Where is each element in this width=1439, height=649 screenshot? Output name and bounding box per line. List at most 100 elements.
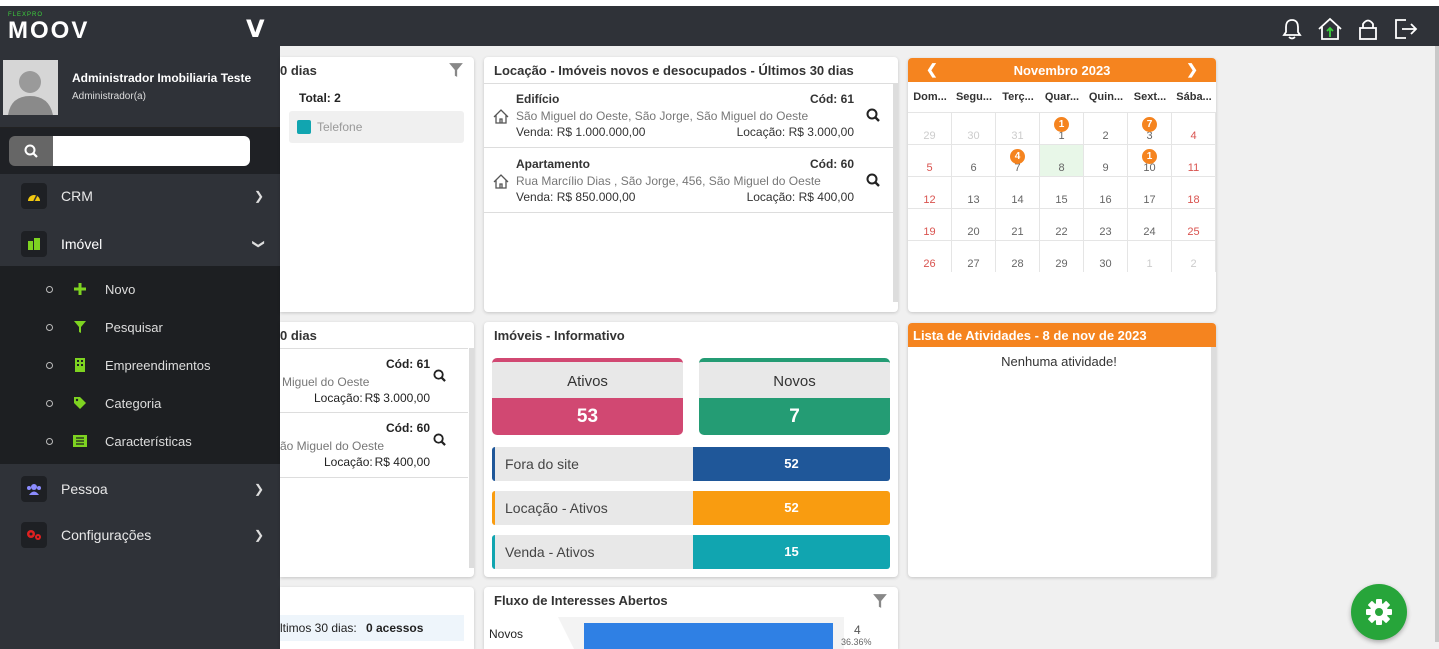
sidebar-item-configuracoes[interactable]: Configurações ❯ (0, 513, 280, 557)
calendar-day[interactable]: 23 (1084, 208, 1128, 240)
calendar-day[interactable]: 8 (1040, 144, 1084, 176)
lock-icon[interactable] (1355, 16, 1381, 42)
card-title: Fluxo de Interesses Abertos (494, 593, 668, 608)
stat-label: Novos (699, 362, 890, 398)
calendar-day[interactable]: 4 (1172, 112, 1216, 144)
calendar-day[interactable]: 13 (952, 176, 996, 208)
calendar-day[interactable]: 22 (1040, 208, 1084, 240)
logout-icon[interactable] (1393, 16, 1419, 42)
scrollbar[interactable] (893, 84, 898, 302)
day-number: 30 (1099, 258, 1112, 270)
day-number: 4 (1190, 130, 1197, 142)
property-item[interactable]: Edifício Cód: 61 São Miguel do Oeste, Sã… (484, 84, 894, 148)
search-input[interactable] (53, 136, 250, 166)
settings-fab-button[interactable] (1351, 584, 1407, 640)
calendar-day[interactable]: 5 (908, 144, 952, 176)
rental-active-row[interactable]: Locação - Ativos 52 (492, 491, 890, 525)
sale-active-row[interactable]: Venda - Ativos 15 (492, 535, 890, 569)
event-count-badge[interactable]: 1 (1142, 149, 1157, 164)
property-item[interactable]: Cód: 61 Miguel do Oeste Locação: R$ 3.00… (280, 348, 468, 413)
calendar-day[interactable]: 11 (1040, 112, 1084, 144)
calendar-day[interactable]: 15 (1040, 176, 1084, 208)
day-number: 25 (1187, 226, 1200, 238)
submenu-item-empreendimentos[interactable]: Empreendimentos (0, 346, 280, 384)
event-count-badge[interactable]: 7 (1142, 117, 1157, 132)
event-count-badge[interactable]: 1 (1054, 117, 1069, 132)
submenu-item-novo[interactable]: Novo (0, 270, 280, 308)
calendar-day[interactable]: 1 (1128, 240, 1172, 272)
calendar-day[interactable]: 11 (1172, 144, 1216, 176)
site-access-card: ltimos 30 dias: 0 acessos (280, 587, 474, 649)
filter-icon[interactable] (448, 62, 464, 81)
logo[interactable]: FLEXPRO MOOV (8, 12, 89, 44)
property-item[interactable]: Cód: 60 ão Miguel do Oeste Locação: R$ 4… (280, 413, 468, 478)
submenu-item-categoria[interactable]: Categoria (0, 384, 280, 422)
calendar-day[interactable]: 2 (1172, 240, 1216, 272)
calendar-day[interactable]: 31 (996, 112, 1040, 144)
home-site-icon[interactable] (1317, 16, 1343, 42)
submenu-item-label: Novo (105, 281, 136, 297)
active-properties-stat[interactable]: Ativos 53 (492, 358, 683, 435)
calendar-day[interactable]: 30 (952, 112, 996, 144)
sidebar-toggle-logo-icon[interactable]: V (246, 15, 265, 43)
property-code: Cód: 61 (809, 92, 854, 106)
calendar-day[interactable]: 9 (1084, 144, 1128, 176)
calendar-day[interactable]: 30 (1084, 240, 1128, 272)
calendar-day[interactable]: 24 (1128, 208, 1172, 240)
calendar-day[interactable]: 37 (1128, 112, 1172, 144)
search-icon[interactable] (433, 369, 446, 385)
calendar-day[interactable]: 17 (1128, 176, 1172, 208)
calendar-day[interactable]: 26 (908, 240, 952, 272)
calendar-day[interactable]: 27 (952, 240, 996, 272)
calendar-day[interactable]: 29 (908, 112, 952, 144)
list-icon (72, 433, 88, 449)
page-scrollbar[interactable] (1435, 46, 1439, 642)
search-icon[interactable] (866, 108, 880, 125)
sidebar-item-label: Imóvel (61, 236, 103, 252)
access-value: 0 acessos (366, 621, 424, 635)
property-rent: Locação: R$ 400,00 (746, 190, 854, 204)
funnel-stage-label: Novos (489, 627, 524, 641)
calendar-day[interactable]: 21 (996, 208, 1040, 240)
calendar-day[interactable]: 19 (908, 208, 952, 240)
sidebar-item-pessoa[interactable]: Pessoa ❯ (0, 467, 280, 511)
calendar-day[interactable]: 2 (1084, 112, 1128, 144)
bell-icon[interactable] (1279, 16, 1305, 42)
calendar-day[interactable]: 29 (1040, 240, 1084, 272)
submenu-item-pesquisar[interactable]: Pesquisar (0, 308, 280, 346)
calendar-day[interactable]: 10 1 (1128, 144, 1172, 176)
calendar-day[interactable]: 25 (1172, 208, 1216, 240)
calendar-day[interactable]: 16 (1084, 176, 1128, 208)
next-month-icon[interactable]: ❯ (1186, 61, 1198, 78)
search-icon[interactable] (433, 433, 446, 449)
property-rent-label: Locação: (324, 455, 373, 469)
calendar-day[interactable]: 14 (996, 176, 1040, 208)
sidebar-item-crm[interactable]: CRM ❯ (0, 174, 280, 218)
day-number: 23 (1099, 226, 1112, 238)
telefone-color-swatch (297, 120, 311, 134)
day-number: 14 (1011, 194, 1024, 206)
filter-icon[interactable] (872, 593, 888, 612)
calendar-day[interactable]: 18 (1172, 176, 1216, 208)
property-item[interactable]: Apartamento Cód: 60 Rua Marcílio Dias , … (484, 149, 894, 213)
off-site-row[interactable]: Fora do site 52 (492, 447, 890, 481)
event-count-badge[interactable]: 4 (1010, 149, 1025, 164)
day-number: 2 (1190, 258, 1197, 270)
new-properties-stat[interactable]: Novos 7 (699, 358, 890, 435)
search-icon[interactable] (866, 173, 880, 190)
house-icon (493, 174, 509, 192)
telefone-row[interactable]: Telefone (289, 111, 464, 143)
funnel-bar[interactable] (584, 623, 833, 649)
sidebar-item-imovel[interactable]: Imóvel ❯ (0, 222, 280, 266)
card-title: 0 dias (280, 63, 317, 78)
day-number: 17 (1143, 194, 1156, 206)
scrollbar[interactable] (469, 348, 474, 568)
submenu-item-caracteristicas[interactable]: Características (0, 422, 280, 460)
calendar-day[interactable]: 28 (996, 240, 1040, 272)
calendar-day[interactable]: 12 (908, 176, 952, 208)
calendar-day[interactable]: 74 (996, 144, 1040, 176)
search-button[interactable] (9, 136, 53, 166)
scrollbar[interactable] (1211, 347, 1216, 577)
calendar-day[interactable]: 6 (952, 144, 996, 176)
calendar-day[interactable]: 20 (952, 208, 996, 240)
